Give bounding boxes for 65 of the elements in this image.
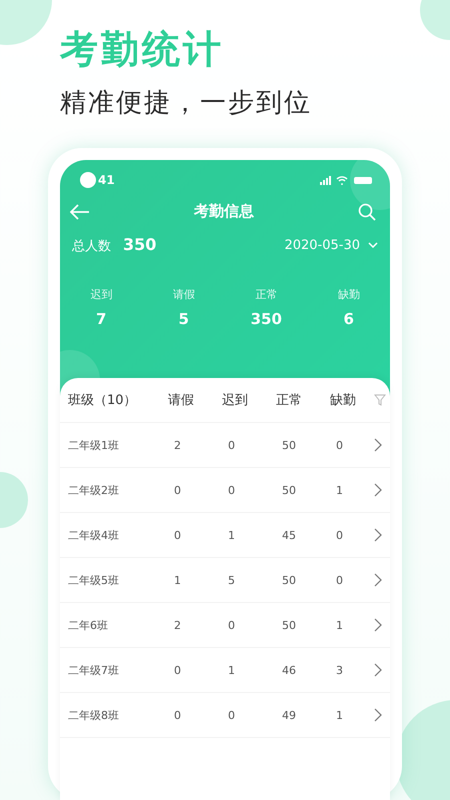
table-cell-text: 0 xyxy=(173,528,182,542)
column-header: 班级（10） xyxy=(68,392,138,409)
table-cell-text: 二年级4班 xyxy=(68,528,120,542)
table-cell-text: 49 xyxy=(281,708,297,722)
column-header: 缺勤 xyxy=(330,392,357,409)
total-value: 350 xyxy=(123,235,156,254)
table-cell-text: 5 xyxy=(227,574,236,586)
table-cell-text: 3 xyxy=(335,664,344,676)
stat-value: 7 xyxy=(96,310,106,328)
table-cell-text: 1 xyxy=(227,528,236,542)
table-cell-text: 2 xyxy=(173,618,182,632)
date-picker[interactable]: 2020-05-30 xyxy=(284,238,378,252)
chevron-right-icon[interactable] xyxy=(374,708,382,722)
table-cell-text: 50 xyxy=(281,484,297,496)
chevron-right-icon[interactable] xyxy=(374,663,382,677)
chevron-right-icon[interactable] xyxy=(374,528,382,542)
table-cell-text: 二年级8班 xyxy=(68,708,120,722)
table-cell-text: 0 xyxy=(335,574,344,586)
table-cell-text: 二年级1班 xyxy=(68,438,120,452)
table-cell-text: 0 xyxy=(335,438,344,452)
table-cell-text: 50 xyxy=(281,438,297,452)
chevron-right-icon[interactable] xyxy=(374,483,382,497)
stat-label: 请假 xyxy=(172,287,195,302)
table-cell-text: 0 xyxy=(227,484,236,496)
stat-label: 迟到 xyxy=(90,287,112,302)
table-cell-text: 45 xyxy=(281,528,297,542)
caret-icon xyxy=(368,242,378,248)
headline-title: 考勤统计 xyxy=(60,26,224,73)
table-cell-text: 二年级5班 xyxy=(68,572,120,588)
table-cell-text: 二年级2班 xyxy=(68,482,120,498)
table-cell-text: 二年6班 xyxy=(68,618,109,632)
nav-title: 考勤信息 xyxy=(194,202,254,221)
stat-value: 6 xyxy=(344,310,354,328)
table-cell-text: 0 xyxy=(173,708,182,722)
column-header: 正常 xyxy=(276,392,303,409)
total-label: 总人数 xyxy=(72,239,111,254)
status-time: 41 xyxy=(98,173,115,187)
headline-subtitle: 精准便捷，一步到位 xyxy=(60,87,312,120)
chevron-right-icon[interactable] xyxy=(374,438,382,452)
table-cell-text: 50 xyxy=(281,618,297,632)
table-cell-text: 0 xyxy=(227,438,236,452)
column-header: 迟到 xyxy=(222,392,249,409)
table-cell-text: 0 xyxy=(173,484,182,496)
table-cell-text: 1 xyxy=(335,618,344,632)
table-cell-text: 50 xyxy=(281,574,297,586)
table-cell-text: 1 xyxy=(335,708,344,722)
chevron-right-icon[interactable] xyxy=(374,573,382,587)
stat-label: 缺勤 xyxy=(338,287,360,302)
status-icons xyxy=(320,175,374,185)
stat-value: 5 xyxy=(178,310,189,328)
table-cell-text: 0 xyxy=(227,618,236,632)
camera-dot xyxy=(80,172,96,188)
table-cell-text: 1 xyxy=(173,574,182,586)
stat-label: 正常 xyxy=(255,287,278,302)
table-cell-text: 1 xyxy=(335,484,344,496)
table-cell-text: 1 xyxy=(227,664,236,676)
column-header: 请假 xyxy=(168,392,195,409)
table-cell-text: 二年级7班 xyxy=(68,662,120,678)
table-cell-text: 0 xyxy=(227,708,236,722)
chevron-right-icon[interactable] xyxy=(374,618,382,632)
table-cell-text: 0 xyxy=(335,528,344,542)
table-cell-text: 2 xyxy=(173,438,182,452)
stat-value: 350 xyxy=(250,310,282,328)
table-cell-text: 46 xyxy=(281,664,297,676)
table-cell-text: 0 xyxy=(173,664,182,676)
